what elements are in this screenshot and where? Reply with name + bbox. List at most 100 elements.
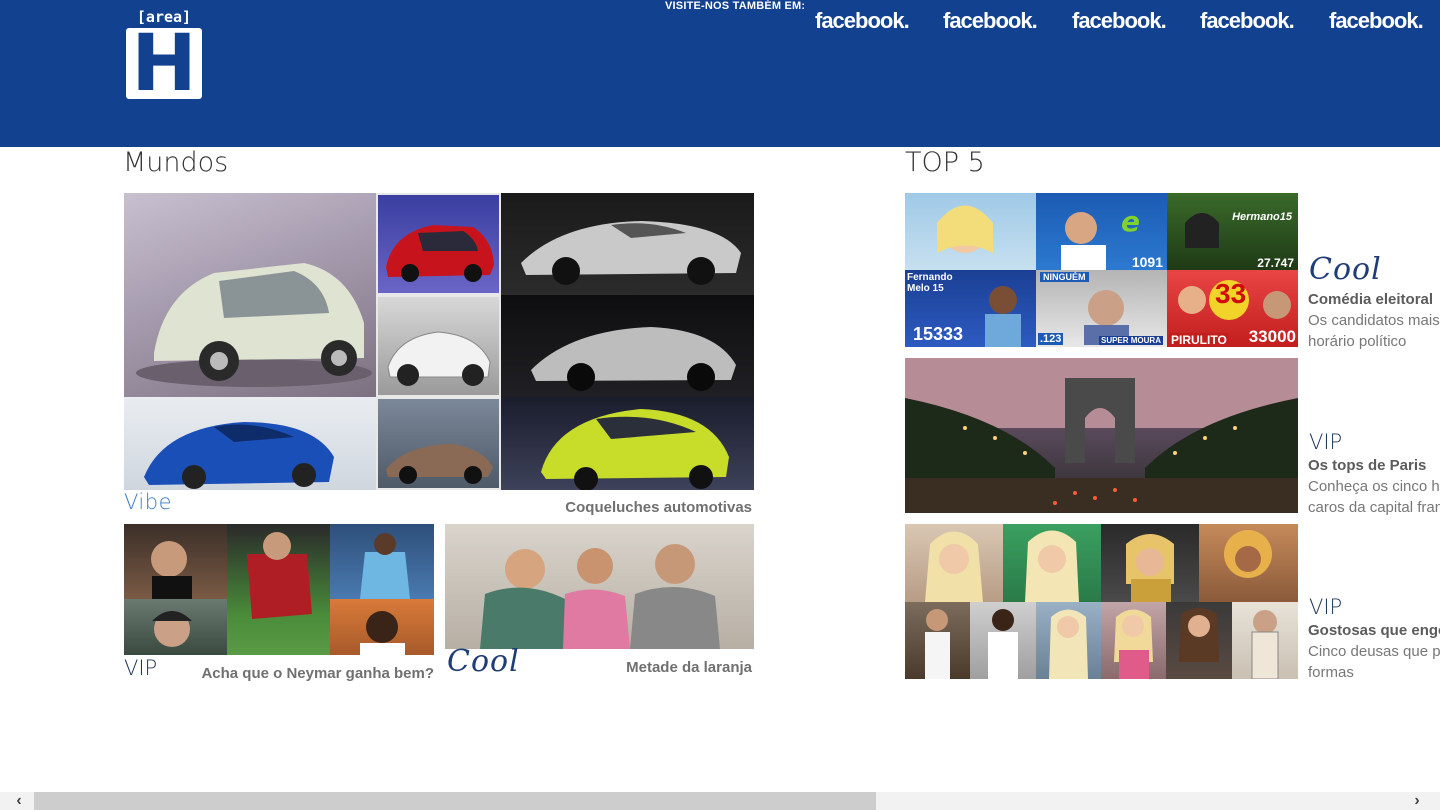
celeb-photo-5 [905,602,970,679]
celeb-photo-3 [1101,524,1199,602]
top5-item-3-desc-line1: Cinco deusas que p [1308,643,1440,660]
candidate-number-15333: 15333 [913,324,964,344]
candidate-photo-6: 33 PIRULITO 33000 [1167,270,1298,347]
visite-label: VISITE-NOS TAMBÉM EM: [665,0,806,12]
car-illustration [136,263,372,387]
header-bar: [area] H VISITE-NOS TAMBÉM EM: facebook.… [0,0,1440,147]
scrollbar-thumb[interactable] [34,792,876,810]
player-photo-2 [227,524,330,655]
three-people-illustration [480,544,720,649]
top5-item-3-desc-line2: formas [1308,664,1354,681]
arc-de-triomphe-illustration [905,358,1298,513]
candidate-number-33: 33 [1215,278,1247,309]
celeb-photo-10 [1232,602,1298,679]
curly-celeb-illustration [1224,530,1272,578]
card-cool-people[interactable] [445,524,754,649]
feature-tile-cars[interactable] [124,193,754,490]
celeb-photo-8 [1101,602,1166,679]
top5-item-3-title[interactable]: Gostosas que engo [1308,622,1440,639]
top5-item-3-image[interactable] [905,524,1298,679]
candidate-photo-2: e 1091 [1036,193,1167,270]
area-h-logo[interactable]: [area] H [126,8,202,103]
blonde-celeb-2-illustration [1025,530,1079,602]
player-beanie-illustration [152,611,192,647]
candidate-photo-4: Fernando Melo 15 15333 [905,270,1036,347]
celeb-photo-4 [1199,524,1298,602]
celeb-photo-6 [970,602,1036,679]
celeb-9-illustration [1179,608,1219,662]
player-red-shirt-illustration [247,532,312,619]
top5-item-1-desc-line2: horário político [1308,333,1407,350]
celeb-7-illustration [1049,609,1088,679]
celeb-8-illustration [1114,609,1153,679]
car-photo-red-clio [376,193,501,295]
tag-123: .123 [1038,333,1064,345]
celeb-6-illustration [988,609,1018,679]
tag-hermano: Hermano15 [1232,211,1292,223]
horizontal-scrollbar[interactable]: ‹ › [0,792,1440,810]
car-photo-peugeot-onyx [376,397,501,490]
car-photo-silver-sr1 [501,295,754,397]
car-photo-lime-toyota [501,397,754,490]
player-blue-illustration [360,533,410,599]
top5-item-1-image[interactable]: e 1091 Hermano15 27.747 Fernando Melo 15… [905,193,1298,347]
lime-car-illustration [541,409,729,490]
card-cool-category: Cool [447,644,520,679]
celeb-photo-2 [1003,524,1101,602]
facebook-link-4[interactable]: facebook. [1200,6,1295,36]
facebook-link-2[interactable]: facebook. [943,6,1038,36]
singer-celeb-illustration [1126,534,1174,602]
top5-item-1-title[interactable]: Comédia eleitoral [1308,291,1433,308]
svg-text:e: e [1121,205,1140,238]
celeb-photo-9 [1166,602,1232,679]
silver-car-illustration [521,221,741,285]
celeb-photo-7 [1036,602,1101,679]
candidate-photo-1 [905,193,1036,270]
candidate-number-1091: 1091 [1131,254,1163,270]
car-photo-blue-sls [124,397,376,490]
logo-h-letter: H [126,25,202,103]
candidate-number-33000: 33000 [1248,327,1296,346]
blonde-celeb-illustration [925,531,983,602]
candidate-photo-5: NINGUÉM .123 SUPER MOURA [1036,270,1167,347]
candidate-number-27747: 27.747 [1257,256,1294,270]
facebook-link-5[interactable]: facebook. [1329,6,1424,36]
facebook-link-1[interactable]: facebook. [815,6,910,36]
player-photo-5 [330,599,434,655]
top5-item-1-desc-line1: Os candidatos mais [1308,312,1440,329]
card-cool-title[interactable]: Metade da laranja [626,659,752,676]
scroll-right-icon[interactable]: › [1402,792,1432,810]
card-vip-title[interactable]: Acha que o Neymar ganha bem? [201,665,434,682]
player-dark-illustration [360,611,405,655]
red-car-illustration [386,225,494,282]
feature-title[interactable]: Coqueluches automotivas [565,499,752,516]
player-photo-4 [124,599,227,655]
car-photo-citroen-concept [376,295,501,397]
celeb-photo-1 [905,524,1003,602]
top5-item-2-title[interactable]: Os tops de Paris [1308,457,1426,474]
scroll-left-icon[interactable]: ‹ [4,792,34,810]
top5-item-1-category: Cool [1309,252,1382,287]
card-vip-category: VIP [124,656,158,680]
car-photo-white-concept [124,193,376,397]
top5-item-2-desc-line1: Conheça os cinco h [1308,478,1440,495]
white-buggy-illustration [387,331,491,386]
blue-car-illustration [144,422,334,489]
top5-item-2-image[interactable] [905,358,1298,513]
section-title-mundos[interactable]: Mundos [123,146,228,180]
tag-ninguem: NINGUÉM [1040,272,1089,282]
player-photo-3 [330,524,434,599]
car-photo-silver-jaguar [501,193,754,295]
card-vip-football[interactable] [124,524,434,655]
celeb-10-illustration [1251,610,1279,679]
candidate-photo-3: Hermano15 27.747 [1167,193,1298,270]
tag-pirulito: PIRULITO [1169,333,1229,347]
tag-super-moura: SUPER MOURA [1098,336,1163,345]
blonde-candidate-illustration [937,205,993,253]
section-title-top5[interactable]: TOP 5 [905,146,985,180]
app-window: [area] H VISITE-NOS TAMBÉM EM: facebook.… [0,0,1440,810]
top5-item-2-desc-line2: caros da capital fran [1308,499,1440,516]
facebook-link-3[interactable]: facebook. [1072,6,1167,36]
silver-sr1-illustration [531,327,736,391]
top5-item-3-category: VIP [1309,595,1343,619]
